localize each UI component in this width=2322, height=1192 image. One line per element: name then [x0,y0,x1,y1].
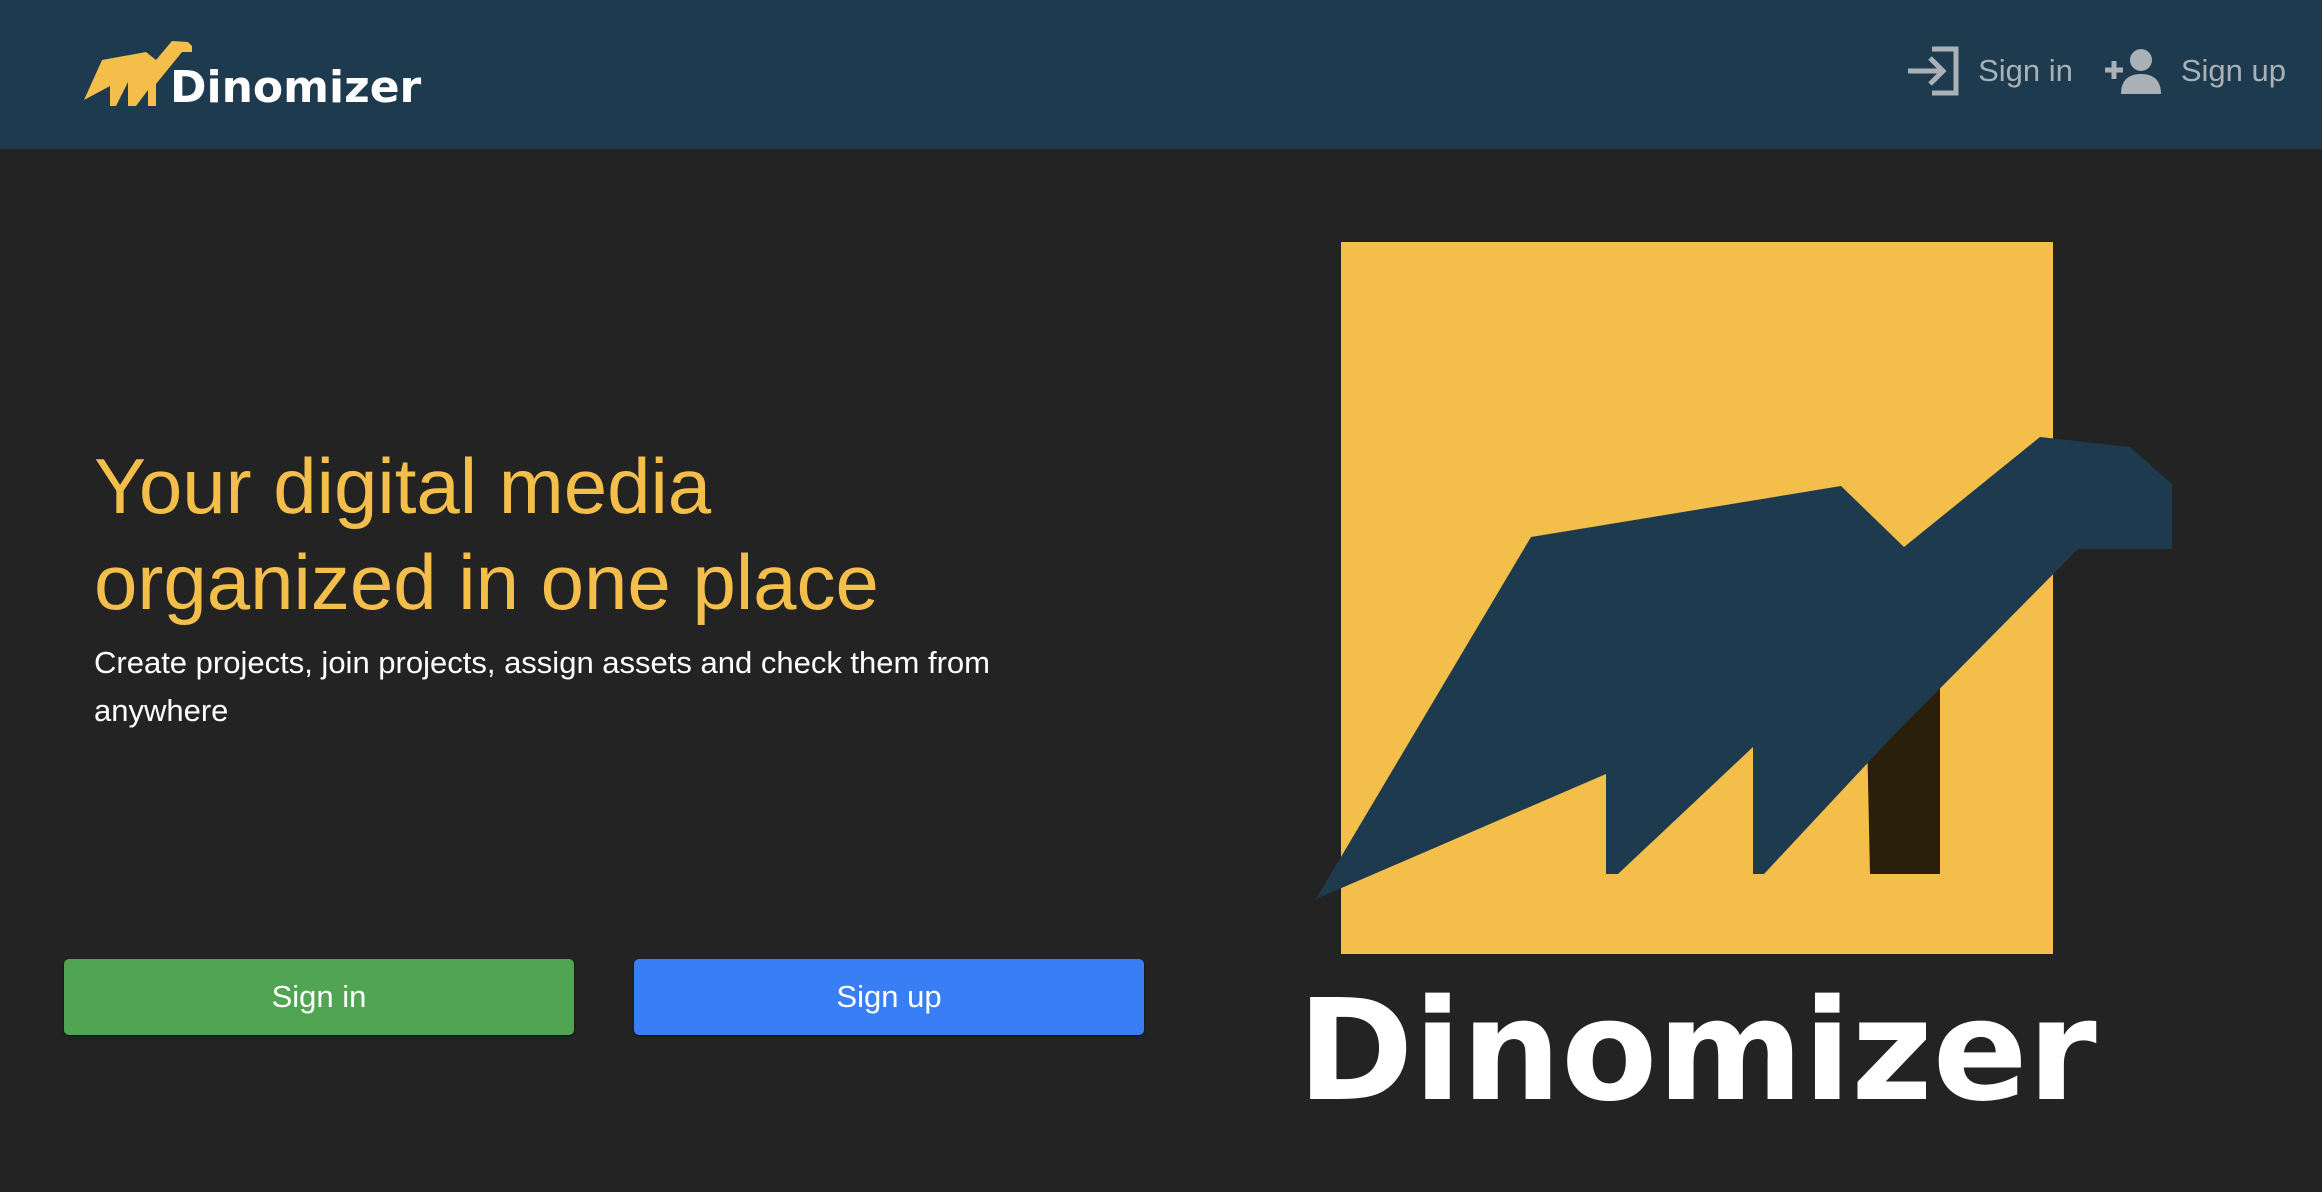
hero-headline-line2: organized in one place [94,538,879,626]
add-user-icon [2103,46,2165,96]
signup-button[interactable]: Sign up [634,959,1144,1035]
brand-logo: Dinomizer [84,41,422,108]
login-icon [1904,45,1962,97]
nav-signup-link[interactable]: Sign up [2103,46,2286,96]
hero-headline-line1: Your digital media [94,442,712,530]
logo-wordmark: Dinomizer [1310,970,2097,1119]
signin-button[interactable]: Sign in [64,959,574,1035]
nav-signin-label: Sign in [1978,53,2073,88]
brand-logo-link[interactable]: Dinomizer [84,38,424,108]
hero-subtitle: Create projects, join projects, assign a… [94,645,990,728]
nav-actions: Sign in Sign up [1904,42,2286,100]
main-content: Your digital media organized in one plac… [0,149,2322,1192]
top-navbar: Dinomizer Sign in Sign up [0,0,2322,149]
nav-signup-label: Sign up [2180,53,2286,88]
nav-signin-link[interactable]: Sign in [1904,45,2073,97]
brand-name: Dinomizer [170,62,422,108]
hero-logo: Dinomizer [1310,239,2190,1119]
hero-headline: Your digital media organized in one plac… [94,438,1094,630]
